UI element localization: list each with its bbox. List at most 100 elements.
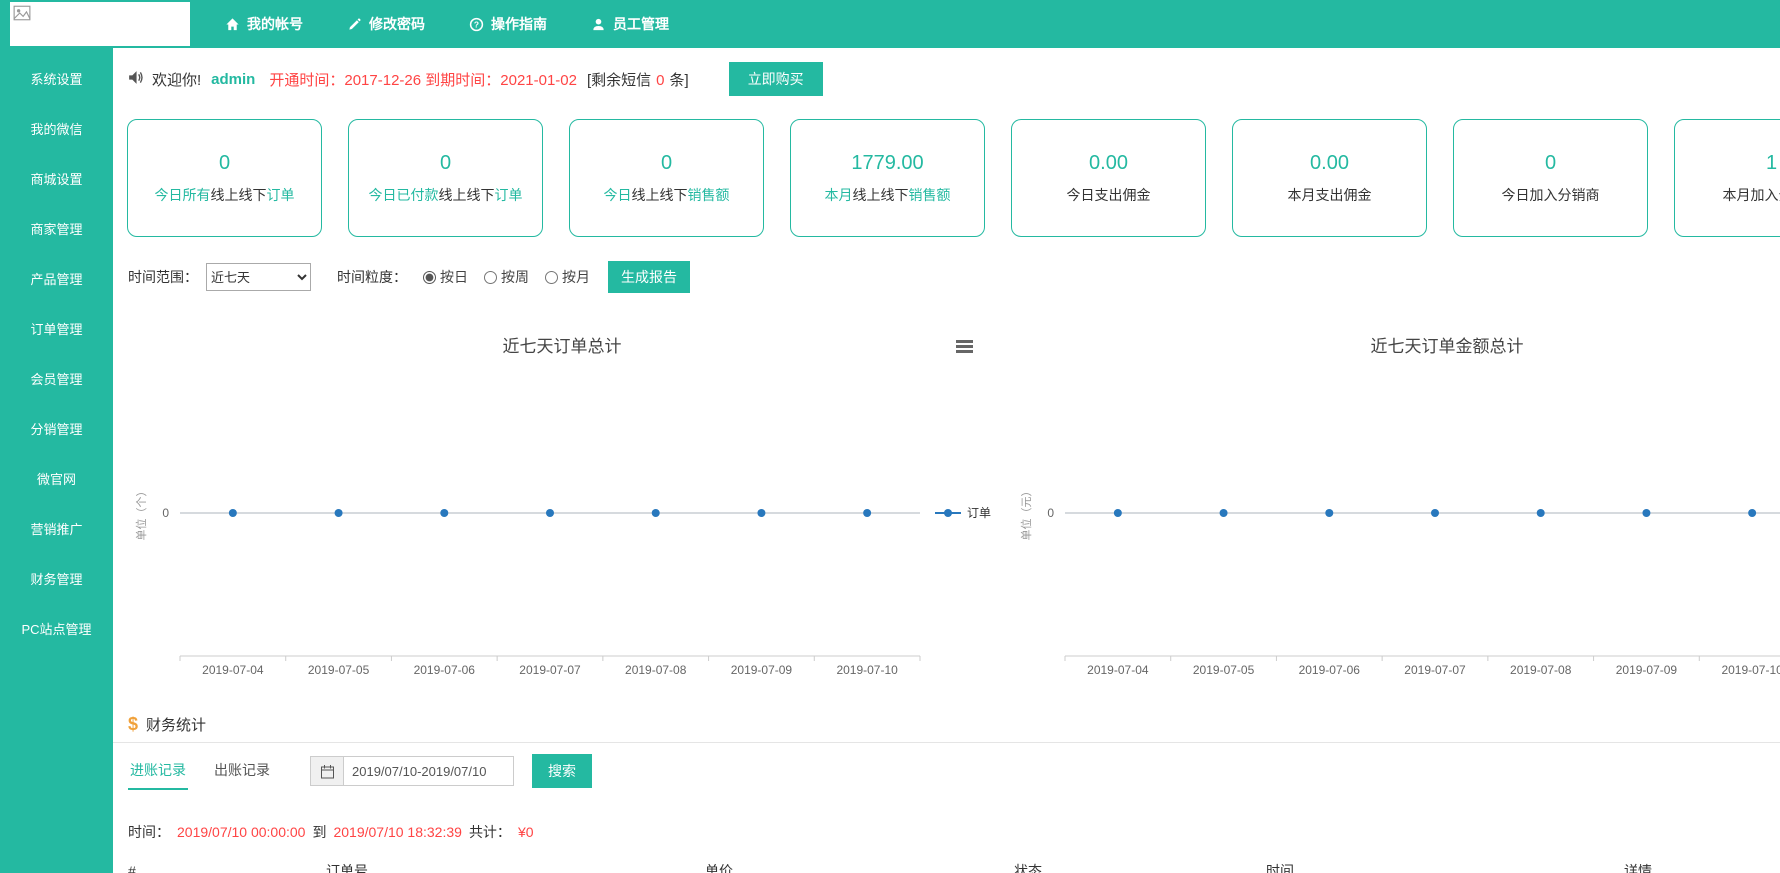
svg-text:0: 0 — [162, 506, 169, 520]
calendar-icon[interactable] — [310, 756, 344, 786]
stat-label-segment: 订单 — [495, 187, 523, 203]
stat-card-5: 0.00本月支出佣金 — [1232, 119, 1427, 237]
sms-prefix: [剩余短信 — [587, 72, 651, 89]
finance-tabs-row: 进账记录出账记录 搜索 — [128, 753, 592, 789]
granularity-option-2[interactable]: 按月 — [545, 267, 590, 287]
sidebar-item-1[interactable]: 我的微信 — [0, 105, 113, 155]
sidebar-item-2[interactable]: 商城设置 — [0, 155, 113, 205]
user-icon — [591, 17, 606, 32]
stat-label-segment: 订单 — [267, 187, 295, 203]
svg-text:2019-07-06: 2019-07-06 — [1299, 663, 1361, 677]
chart-canvas: 近七天订单金额总计单位（元）02019-07-042019-07-052019-… — [1010, 320, 1780, 685]
svg-text:2019-07-10: 2019-07-10 — [1721, 663, 1780, 677]
orders-amount-chart-canvas: 近七天订单金额总计单位（元）02019-07-042019-07-052019-… — [1010, 320, 1780, 690]
svg-text:近七天订单金额总计: 近七天订单金额总计 — [1371, 337, 1524, 356]
filter-row: 时间范围： 近七天 时间粒度： 按日按周按月 生成报告 — [128, 262, 690, 292]
stat-label: 今日线上线下销售额 — [604, 185, 730, 205]
svg-text:单位（元）: 单位（元） — [1019, 486, 1033, 541]
stat-label-segment: 今日所有 — [155, 187, 211, 203]
svg-text:2019-07-08: 2019-07-08 — [1510, 663, 1572, 677]
orders-count-chart-canvas: 近七天订单总计单位（个）02019-07-042019-07-052019-07… — [125, 320, 999, 690]
sidebar-item-3[interactable]: 商家管理 — [0, 205, 113, 255]
stat-label-segment: 本月加入分销商 — [1723, 187, 1780, 203]
nav-item-change-password[interactable]: 修改密码 — [347, 14, 425, 34]
logo[interactable] — [10, 2, 190, 46]
sidebar-item-0[interactable]: 系统设置 — [0, 55, 113, 105]
sidebar-item-4[interactable]: 产品管理 — [0, 255, 113, 305]
stat-label-segment: 线上线下 — [632, 187, 688, 203]
summary-segment: 时间： — [128, 822, 170, 842]
sidebar-item-5[interactable]: 订单管理 — [0, 305, 113, 355]
sidebar-item-7[interactable]: 分销管理 — [0, 405, 113, 455]
granularity-radio[interactable] — [423, 271, 436, 284]
granularity-radio[interactable] — [484, 271, 497, 284]
summary-segment: 2019/07/10 18:32:39 — [333, 824, 461, 840]
welcome-greeting: 欢迎你! — [152, 69, 201, 90]
sidebar-item-11[interactable]: PC站点管理 — [0, 605, 113, 655]
svg-text:2019-07-05: 2019-07-05 — [1193, 663, 1255, 677]
finance-tabs: 进账记录出账记录 — [128, 752, 296, 790]
stat-value: 1779.00 — [851, 152, 923, 175]
nav-item-guide[interactable]: ?操作指南 — [469, 14, 547, 34]
finance-section-title: 财务统计 — [146, 714, 206, 735]
stat-label: 本月线上线下销售额 — [825, 185, 951, 205]
main-content: 欢迎你! admin 开通时间：2017-12-26 到期时间：2021-01-… — [113, 48, 1780, 873]
nav-item-label: 修改密码 — [369, 14, 425, 34]
date-range-input[interactable] — [344, 756, 514, 786]
svg-text:2019-07-08: 2019-07-08 — [625, 663, 687, 677]
stat-card-6: 0今日加入分销商 — [1453, 119, 1648, 237]
chart-canvas: 近七天订单总计单位（个）02019-07-042019-07-052019-07… — [125, 320, 999, 685]
orders-count-chart: 近七天订单总计单位（个）02019-07-042019-07-052019-07… — [125, 320, 999, 685]
time-range-select[interactable]: 近七天 — [206, 263, 311, 291]
stat-value: 0.00 — [1089, 152, 1128, 175]
svg-text:近七天订单总计: 近七天订单总计 — [503, 337, 622, 356]
speaker-icon — [127, 69, 144, 90]
generate-report-button[interactable]: 生成报告 — [608, 261, 690, 293]
chart-menu-icon[interactable] — [956, 340, 973, 355]
stat-label-segment: 线上线下 — [211, 187, 267, 203]
summary-segment: 到 — [312, 822, 326, 842]
stat-label-segment: 今日已付款 — [369, 187, 439, 203]
stat-label-segment: 线上线下 — [439, 187, 495, 203]
stat-label: 本月支出佣金 — [1288, 185, 1372, 205]
granularity-option-1[interactable]: 按周 — [484, 267, 529, 287]
svg-text:2019-07-04: 2019-07-04 — [202, 663, 264, 677]
stat-value: 0 — [440, 152, 451, 175]
finance-summary: 时间： 2019/07/10 00:00:00 到 2019/07/10 18:32:… — [128, 822, 534, 842]
nav-item-my-account[interactable]: 我的帐号 — [225, 14, 303, 34]
home-icon — [225, 17, 240, 32]
stat-label: 本月加入分销商 — [1723, 185, 1780, 205]
sidebar-item-9[interactable]: 营销推广 — [0, 505, 113, 555]
granularity-radio[interactable] — [545, 271, 558, 284]
sidebar-item-8[interactable]: 微官网 — [0, 455, 113, 505]
svg-text:2019-07-07: 2019-07-07 — [1404, 663, 1466, 677]
sidebar-item-6[interactable]: 会员管理 — [0, 355, 113, 405]
stat-card-0: 0今日所有线上线下订单 — [127, 119, 322, 237]
stat-label: 今日已付款线上线下订单 — [369, 185, 523, 205]
welcome-bar: 欢迎你! admin 开通时间：2017-12-26 到期时间：2021-01-… — [127, 62, 823, 96]
broken-image-icon — [13, 8, 31, 25]
svg-text:2019-07-09: 2019-07-09 — [731, 663, 793, 677]
summary-segment: ¥0 — [518, 824, 534, 840]
nav-item-staff[interactable]: 员工管理 — [591, 14, 669, 34]
tab-expense-records[interactable]: 出账记录 — [212, 752, 272, 790]
stat-label: 今日加入分销商 — [1502, 185, 1600, 205]
stat-label-segment: 本月支出佣金 — [1288, 187, 1372, 203]
sms-count: 0 — [656, 72, 664, 89]
time-range-label: 时间范围： — [128, 267, 198, 287]
summary-segment: 2019/07/10 00:00:00 — [177, 824, 305, 840]
orders-amount-chart: 近七天订单金额总计单位（元）02019-07-042019-07-052019-… — [1010, 320, 1780, 685]
nav-item-label: 操作指南 — [491, 14, 547, 34]
stat-label: 今日支出佣金 — [1067, 185, 1151, 205]
stat-cards-row: 0今日所有线上线下订单0今日已付款线上线下订单0今日线上线下销售额1779.00… — [127, 119, 1780, 239]
edit-icon — [347, 17, 362, 32]
stat-card-3: 1779.00 本月线上线下销售额 — [790, 119, 985, 237]
granularity-option-0[interactable]: 按日 — [423, 267, 468, 287]
finance-section-header: $ 财务统计 — [128, 714, 206, 735]
stat-card-4: 0.00 今日支出佣金 — [1011, 119, 1206, 237]
tab-income-records[interactable]: 进账记录 — [128, 752, 188, 790]
search-button[interactable]: 搜索 — [532, 754, 592, 788]
buy-now-button[interactable]: 立即购买 — [729, 62, 823, 96]
sidebar-item-10[interactable]: 财务管理 — [0, 555, 113, 605]
top-nav: 我的帐号 修改密码 ?操作指南 员工管理 — [225, 0, 669, 48]
